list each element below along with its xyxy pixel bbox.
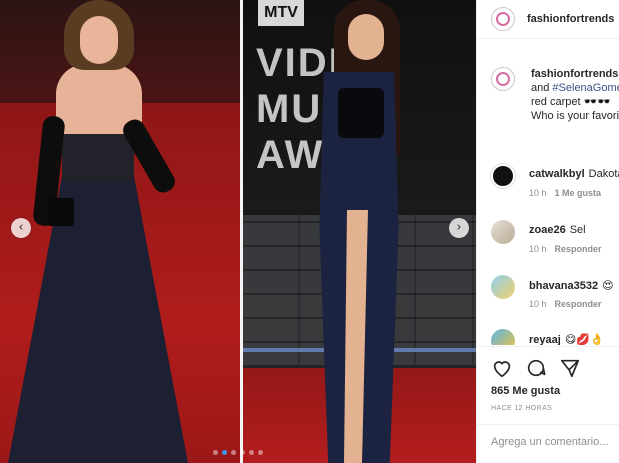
- comment-icon[interactable]: [525, 357, 547, 379]
- carousel-dots: [0, 450, 476, 455]
- reply-button[interactable]: Responder: [555, 299, 602, 309]
- avatar[interactable]: [491, 275, 515, 299]
- reply-button[interactable]: Responder: [555, 244, 602, 254]
- photo-selena-vma: MTV VIDE MU AW: [242, 0, 476, 463]
- comment-age: 10 h: [529, 299, 547, 309]
- caption-text: fashionfortrends 🌸 and #SelenaGomez red …: [531, 67, 619, 123]
- action-icons: [491, 357, 581, 379]
- comment-text: Sel: [569, 224, 586, 236]
- avatar[interactable]: [491, 7, 515, 31]
- carousel-dot: [213, 450, 218, 455]
- carousel-dot: [231, 450, 236, 455]
- comment-text: 😍: [602, 280, 614, 292]
- post-header: fashionfortrends: [477, 0, 619, 39]
- header-username[interactable]: fashionfortrends: [527, 13, 614, 25]
- comments-list[interactable]: fashionfortrends 🌸 and #SelenaGomez red …: [477, 40, 619, 345]
- add-comment-bar: [477, 424, 619, 463]
- clutch-bag: [48, 198, 74, 226]
- face: [80, 16, 118, 64]
- avatar[interactable]: [491, 329, 515, 345]
- instagram-post: MTV VIDE MU AW ‹ › fashionfortrends fash…: [0, 0, 619, 463]
- photo-dakota-red-carpet: [0, 0, 242, 463]
- caption-line: and #SelenaGomez: [531, 81, 619, 95]
- carousel-dot: [222, 450, 227, 455]
- post-actions: 865 Me gusta HACE 12 HORAS: [477, 346, 619, 463]
- avatar[interactable]: [491, 220, 515, 244]
- comment-age: 10 h: [529, 188, 547, 198]
- comment-text: Dakota: [588, 168, 619, 180]
- comment-input[interactable]: [491, 436, 619, 448]
- comment-username[interactable]: catwalkbyl: [529, 168, 585, 180]
- mtv-logo: MTV: [258, 0, 304, 26]
- comment-username[interactable]: reyaaj: [529, 334, 561, 345]
- caption-line: red carpet 🕶️🕶️: [531, 96, 611, 108]
- post-media-carousel[interactable]: MTV VIDE MU AW ‹ ›: [0, 0, 476, 463]
- share-icon[interactable]: [559, 357, 581, 379]
- heart-icon[interactable]: [491, 357, 513, 379]
- post-timestamp: HACE 12 HORAS: [491, 405, 553, 412]
- hashtag-link[interactable]: #SelenaGomez: [552, 82, 619, 94]
- comment-username[interactable]: bhavana3532: [529, 280, 598, 292]
- post-side-panel: fashionfortrends fashionfortrends 🌸 and …: [476, 0, 619, 463]
- carousel-dot: [258, 450, 263, 455]
- avatar[interactable]: [491, 67, 515, 91]
- lace-bodice: [338, 88, 384, 138]
- like-count[interactable]: 865 Me gusta: [491, 385, 560, 397]
- comment-likes[interactable]: 1 Me gusta: [555, 188, 602, 198]
- comment-age: 10 h: [529, 244, 547, 254]
- comment-text: 😋💋👌: [564, 334, 604, 345]
- carousel-prev-button[interactable]: ‹: [11, 218, 31, 238]
- caption-line: Who is your favorite: [531, 110, 619, 122]
- comment-username[interactable]: zoae26: [529, 224, 566, 236]
- avatar[interactable]: [491, 164, 515, 188]
- carousel-dot: [240, 450, 245, 455]
- face: [348, 14, 384, 60]
- collage-divider: [240, 0, 243, 463]
- carousel-next-button[interactable]: ›: [449, 218, 469, 238]
- carousel-dot: [249, 450, 254, 455]
- brand-logo-icon: [496, 12, 510, 26]
- brand-logo-icon: [496, 72, 510, 86]
- caption-username[interactable]: fashionfortrends 🌸: [531, 68, 619, 80]
